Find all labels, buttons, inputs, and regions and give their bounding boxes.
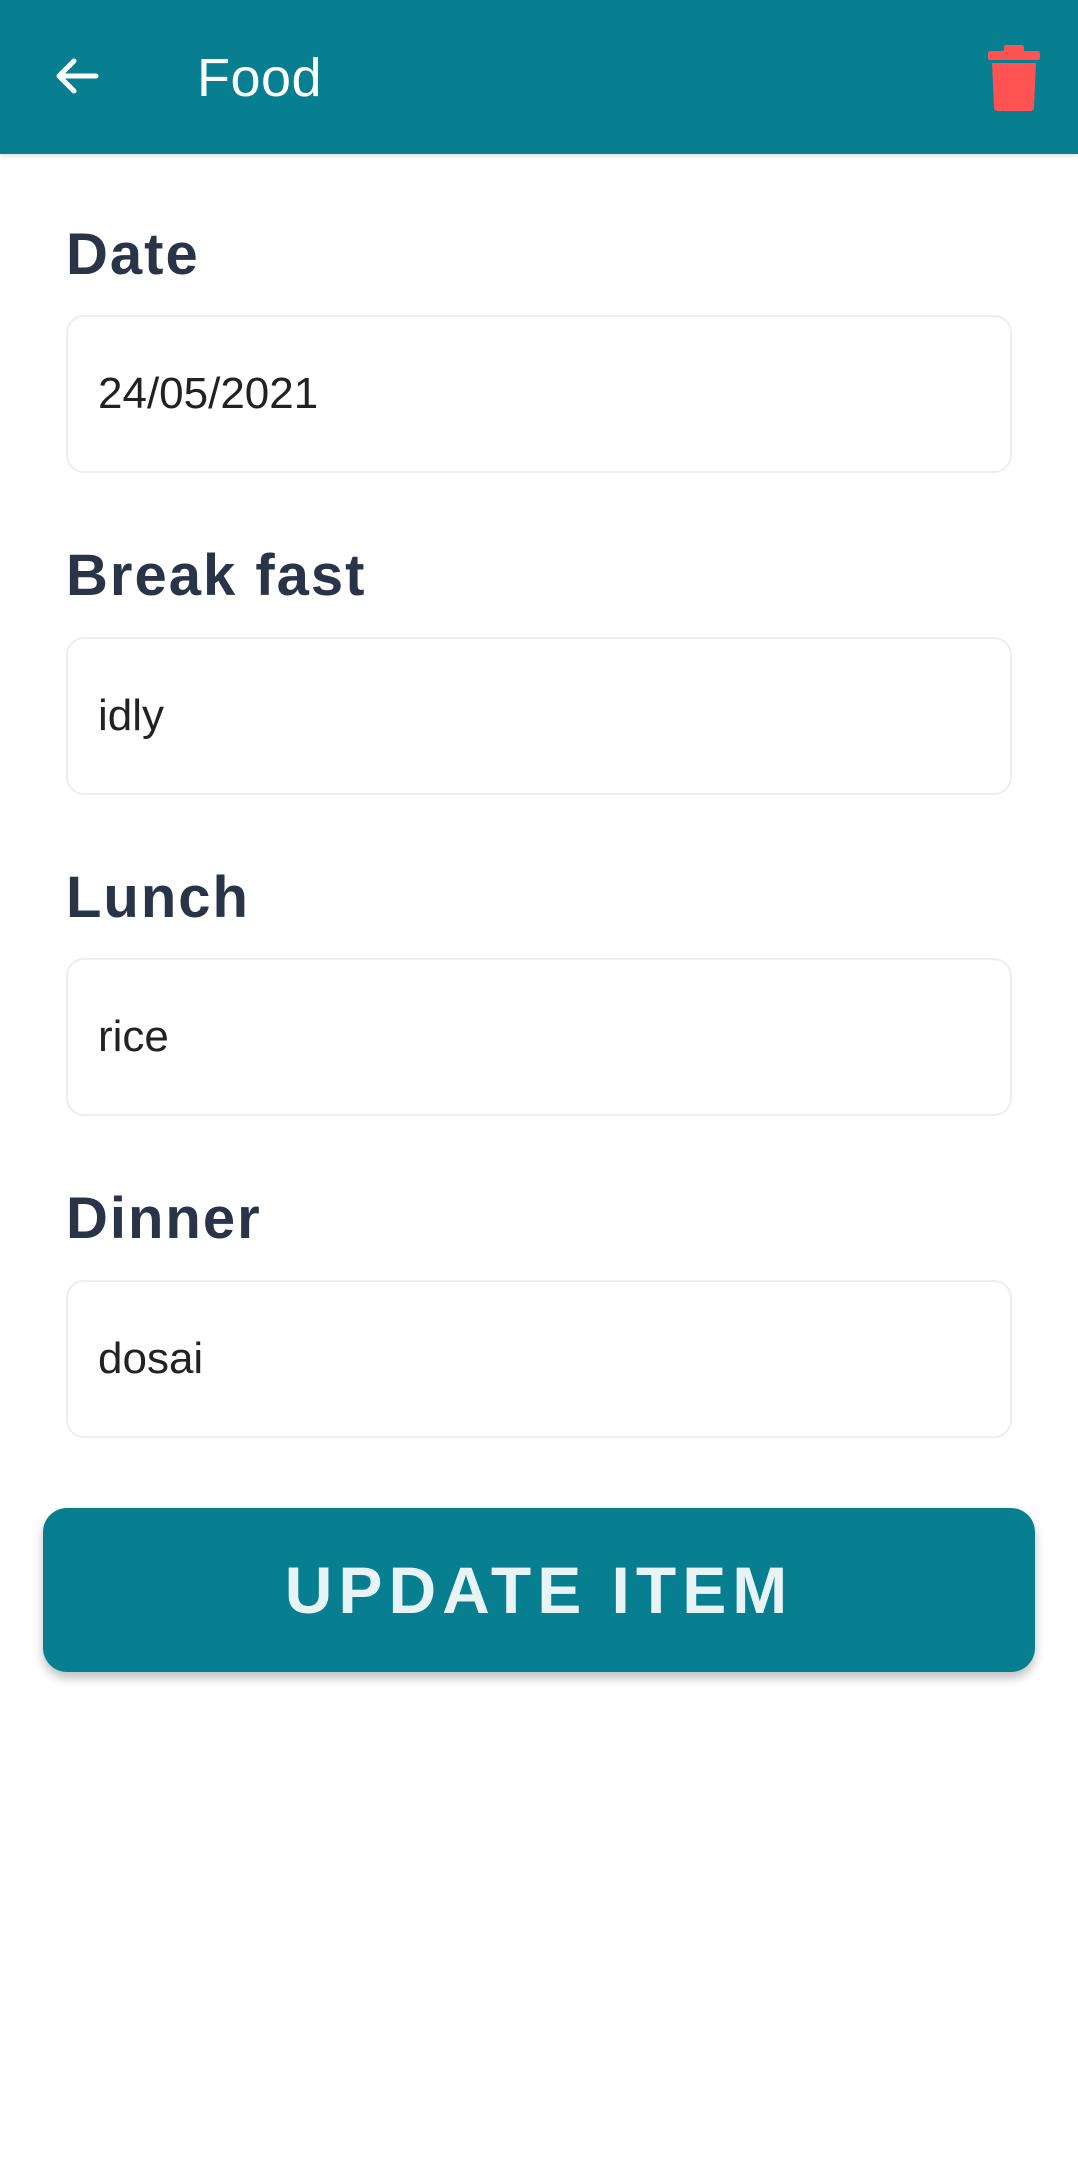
breakfast-input[interactable] bbox=[68, 639, 1010, 793]
lunch-input[interactable] bbox=[68, 960, 1010, 1114]
breakfast-label: Break fast bbox=[66, 543, 367, 608]
delete-button[interactable] bbox=[978, 38, 1050, 118]
dinner-field-box bbox=[66, 1280, 1012, 1438]
app-bar: Food bbox=[0, 0, 1078, 154]
date-label: Date bbox=[66, 222, 200, 287]
dinner-label: Dinner bbox=[66, 1186, 262, 1251]
page-title: Food bbox=[197, 48, 323, 108]
arrow-left-icon bbox=[56, 58, 99, 94]
trash-icon bbox=[988, 45, 1040, 111]
date-field-box bbox=[66, 315, 1012, 473]
breakfast-field-box bbox=[66, 637, 1012, 795]
dinner-input[interactable] bbox=[68, 1282, 1010, 1436]
back-button[interactable] bbox=[44, 44, 108, 108]
update-item-button[interactable]: UPDATE ITEM bbox=[43, 1508, 1035, 1672]
date-input[interactable] bbox=[68, 317, 1010, 471]
lunch-field-box bbox=[66, 958, 1012, 1116]
lunch-label: Lunch bbox=[66, 865, 250, 930]
